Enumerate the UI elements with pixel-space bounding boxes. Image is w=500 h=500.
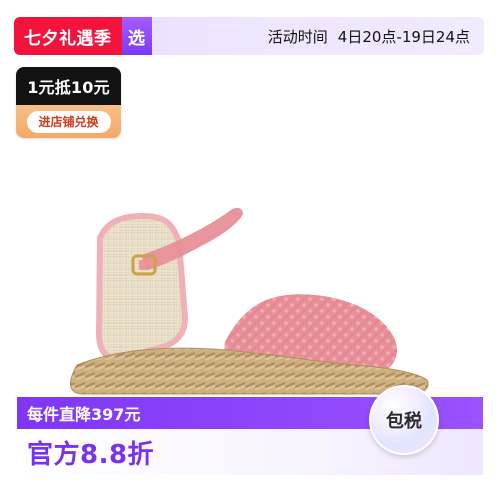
redeem-button-label: 进店铺兑换	[38, 115, 99, 129]
activity-period: 活动时间 4日20点-19日24点	[268, 26, 470, 47]
coupon-title: 1元抵10元	[16, 67, 121, 105]
espadrille-sandal-icon	[69, 207, 429, 395]
select-badge: 选	[121, 17, 152, 55]
select-label: 选	[128, 28, 145, 49]
coupon-card[interactable]: 1元抵10元 进店铺兑换	[16, 67, 121, 138]
festival-label: 七夕礼遇季	[24, 28, 112, 49]
heel-canvas	[95, 212, 189, 362]
discount-text: 每件直降397元	[27, 405, 141, 424]
price-promo-band: 每件直降397元 官方8.8折 包税	[17, 385, 483, 475]
redeem-in-store-button[interactable]: 进店铺兑换	[26, 110, 111, 133]
activity-time: 4日20点-19日24点	[337, 27, 470, 46]
tax-badge-text: 包税	[386, 411, 422, 432]
coupon-title-text: 1元抵10元	[27, 78, 110, 97]
festival-badge: 七夕礼遇季	[14, 17, 122, 55]
tax-included-badge: 包税	[369, 385, 439, 455]
coupon-bottom: 进店铺兑换	[16, 105, 121, 138]
top-promo-banner: 七夕礼遇季 选 活动时间 4日20点-19日24点	[14, 17, 484, 55]
official-price-text: 官方8.8折	[27, 439, 155, 470]
product-image	[55, 200, 435, 395]
activity-label: 活动时间	[267, 27, 328, 46]
